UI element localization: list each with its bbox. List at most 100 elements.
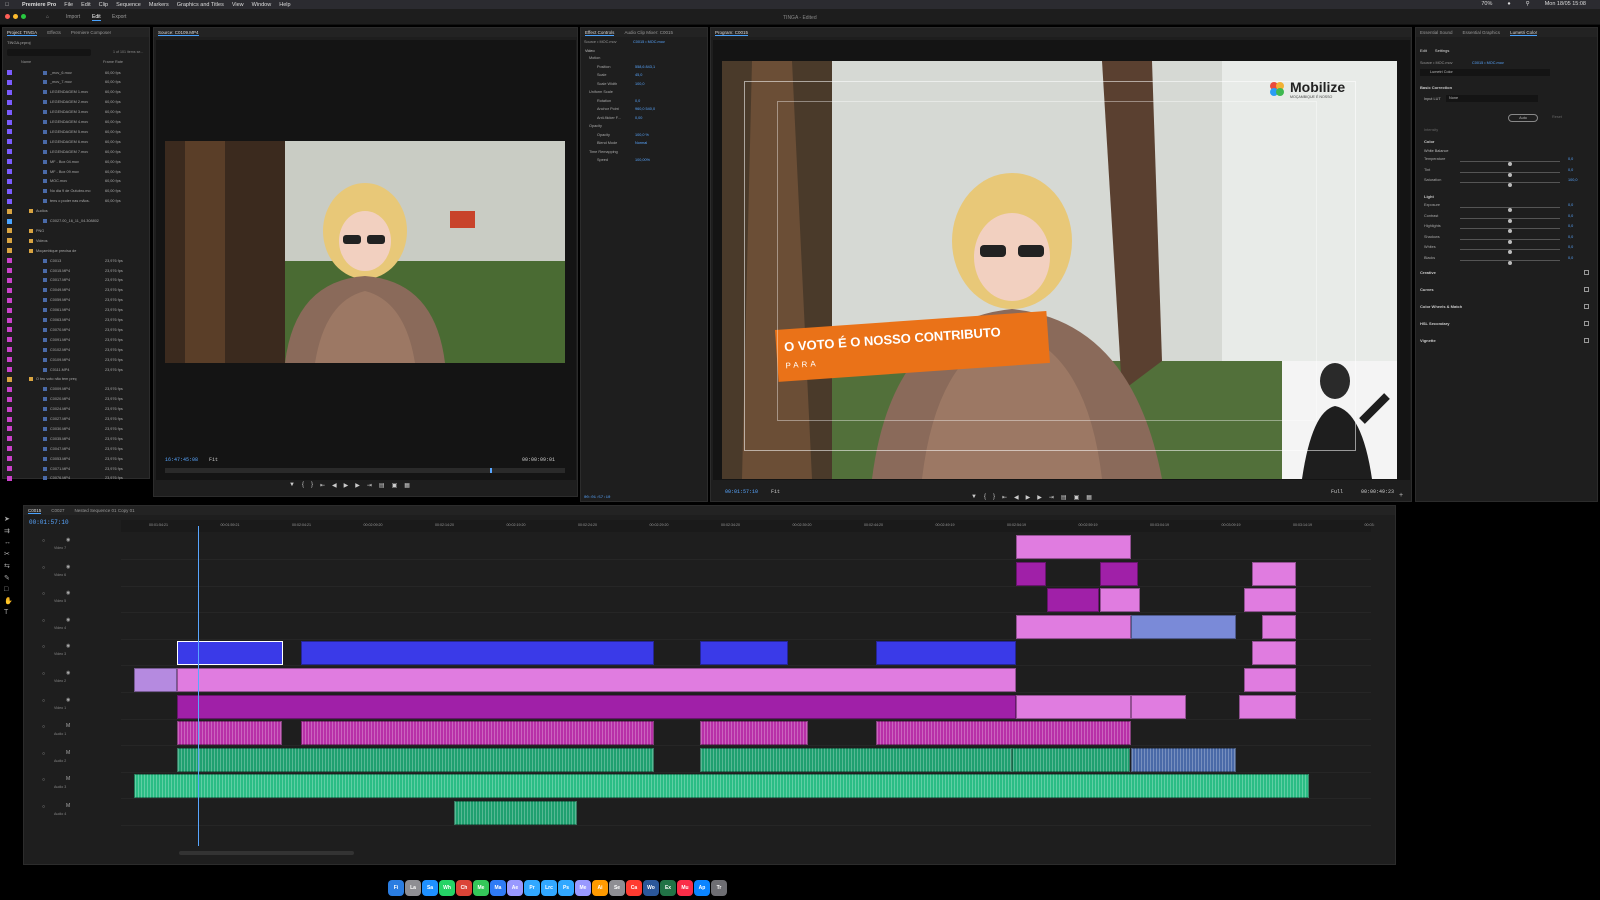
- project-item[interactable]: C0035.MP4 23,976 fps: [7, 434, 147, 443]
- menu-markers[interactable]: Markers: [149, 2, 169, 8]
- project-item[interactable]: C0009.MP4 23,976 fps: [7, 385, 147, 394]
- dock-app-icon[interactable]: Se: [609, 880, 625, 896]
- lumetri-slider-row[interactable]: Saturation 100,0: [1420, 178, 1580, 188]
- play-icon[interactable]: ▶: [344, 482, 349, 489]
- menu-edit[interactable]: Edit: [81, 2, 90, 8]
- video-clip[interactable]: [700, 641, 788, 666]
- lumetri-section-header[interactable]: Creative: [1420, 270, 1436, 275]
- lock-icon[interactable]: ○: [42, 591, 45, 597]
- lumetri-source[interactable]: Source • MOC.mov: [1420, 61, 1453, 65]
- program-mark-in-icon[interactable]: {: [984, 494, 986, 500]
- label-color-swatch[interactable]: [7, 139, 12, 145]
- lumetri-slider-value[interactable]: 0,0: [1568, 224, 1573, 228]
- project-item[interactable]: C0061.MP4 23,976 fps: [7, 306, 147, 315]
- razor-tool-icon[interactable]: ✂: [4, 550, 18, 558]
- ec-property-row[interactable]: Scale Width 100,0: [585, 82, 695, 90]
- dock-app-icon[interactable]: Tr: [711, 880, 727, 896]
- reset-button[interactable]: Reset: [1552, 115, 1562, 119]
- lumetri-section-checkbox[interactable]: [1584, 321, 1589, 326]
- lock-icon[interactable]: ○: [42, 777, 45, 783]
- ec-property-value[interactable]: Normal: [635, 141, 647, 145]
- lumetri-slider-value[interactable]: 0,0: [1568, 245, 1573, 249]
- project-item[interactable]: LEGENDAGEM 3.mov 60,00 fps: [7, 108, 147, 117]
- menu-graphics[interactable]: Graphics and Titles: [177, 2, 224, 8]
- project-item[interactable]: LEGENDAGEM 2.mov 60,00 fps: [7, 98, 147, 107]
- project-item[interactable]: C0111.MP4 23,976 fps: [7, 365, 147, 374]
- project-item[interactable]: No dia 9 de Outubro.mo 60,00 fps: [7, 187, 147, 196]
- video-clip[interactable]: [1244, 668, 1296, 692]
- battery-percent[interactable]: 70%: [1481, 1, 1492, 7]
- project-item[interactable]: C0047.MP4 23,976 fps: [7, 444, 147, 453]
- insert-icon[interactable]: ▤: [379, 482, 385, 489]
- project-item[interactable]: C0013 23,976 fps: [7, 256, 147, 265]
- audio-clip[interactable]: [454, 801, 577, 825]
- dock-app-icon[interactable]: Fi: [388, 880, 404, 896]
- lumetri-slider-track[interactable]: [1460, 259, 1560, 265]
- audio-clip[interactable]: [1131, 747, 1236, 772]
- lumetri-slider-knob[interactable]: [1508, 218, 1512, 223]
- label-color-swatch[interactable]: [7, 238, 12, 244]
- mark-in-icon[interactable]: {: [302, 482, 304, 488]
- label-color-swatch[interactable]: [7, 218, 12, 224]
- video-clip[interactable]: [134, 668, 177, 692]
- ec-sequence[interactable]: C0015 • MOC.mov: [633, 40, 665, 44]
- dock-app-icon[interactable]: Me: [473, 880, 489, 896]
- lumetri-slider-row[interactable]: Blacks 0,0: [1420, 256, 1580, 266]
- label-color-swatch[interactable]: [7, 466, 12, 471]
- ec-property-value[interactable]: 100,0 %: [635, 133, 649, 137]
- project-item[interactable]: C0027.00_16_11_04.308802: [7, 217, 147, 226]
- tab-essential-graphics[interactable]: Essential Graphics: [1463, 30, 1501, 35]
- project-item[interactable]: PNG: [7, 226, 147, 235]
- label-color-swatch[interactable]: [7, 208, 12, 214]
- search-icon[interactable]: ⚲: [1526, 1, 1530, 7]
- lumetri-slider-track[interactable]: [1460, 238, 1560, 244]
- app-name[interactable]: Premiere Pro: [22, 2, 56, 8]
- dock-app-icon[interactable]: Ch: [456, 880, 472, 896]
- lumetri-slider-track[interactable]: [1460, 182, 1560, 187]
- light-section-header[interactable]: Light: [1424, 194, 1434, 199]
- menu-sequence[interactable]: Sequence: [116, 2, 141, 8]
- lumetri-slider-row[interactable]: Exposure 0,0: [1420, 203, 1580, 213]
- lumetri-slider-knob[interactable]: [1508, 229, 1512, 233]
- lumetri-section-header[interactable]: Vignette: [1420, 338, 1436, 343]
- lumetri-slider-track[interactable]: [1460, 161, 1560, 166]
- track-select-tool-icon[interactable]: ⇉: [4, 527, 18, 535]
- mute-icon[interactable]: M: [66, 776, 70, 782]
- lock-icon[interactable]: ○: [42, 644, 45, 650]
- label-color-swatch[interactable]: [7, 159, 12, 165]
- dock-app-icon[interactable]: Wo: [643, 880, 659, 896]
- program-go-to-in-icon[interactable]: ⇤: [1002, 494, 1007, 501]
- slip-tool-icon[interactable]: ⇆: [4, 562, 18, 570]
- lock-icon[interactable]: ○: [42, 724, 45, 730]
- ec-property-row[interactable]: Opacity 100,0 %: [585, 133, 695, 141]
- label-color-swatch[interactable]: [7, 228, 12, 234]
- mute-icon[interactable]: M: [66, 723, 70, 729]
- home-icon[interactable]: ⌂: [46, 14, 49, 20]
- project-item[interactable]: C0109.MP4 23,976 fps: [7, 355, 147, 364]
- video-clip[interactable]: [1016, 694, 1131, 719]
- input-lut-select[interactable]: None: [1446, 95, 1538, 102]
- video-clip[interactable]: [1252, 561, 1296, 586]
- ec-property-row[interactable]: Speed 100,00%: [585, 158, 695, 166]
- program-export-frame-icon[interactable]: ▦: [1086, 494, 1092, 501]
- lumetri-slider-row[interactable]: Contrast 0,0: [1420, 214, 1580, 224]
- label-color-swatch[interactable]: [7, 446, 12, 452]
- label-color-swatch[interactable]: [7, 149, 12, 155]
- ec-property-row[interactable]: Position 558,6 843,1: [585, 65, 695, 73]
- label-color-swatch[interactable]: [7, 99, 12, 105]
- lumetri-tab-edit[interactable]: Edit: [1420, 48, 1427, 53]
- lumetri-slider-value[interactable]: 0,0: [1568, 157, 1573, 161]
- timeline-tab-nested[interactable]: Nested Sequence 01 Copy 01: [75, 508, 135, 513]
- track-header[interactable]: ○ Video 3 ◉: [32, 640, 126, 666]
- close-window-button[interactable]: [5, 14, 10, 19]
- tab-export[interactable]: Export: [112, 14, 126, 20]
- track-header[interactable]: ○ Video 2 ◉: [32, 667, 126, 693]
- source-scrubber[interactable]: [165, 468, 565, 473]
- ec-property-value[interactable]: 0,0: [635, 99, 640, 103]
- dock-app-icon[interactable]: Lrc: [541, 880, 557, 896]
- menu-clip[interactable]: Clip: [99, 2, 108, 8]
- lumetri-slider-value[interactable]: 0,0: [1568, 168, 1573, 172]
- lumetri-slider-track[interactable]: [1460, 217, 1560, 223]
- ec-property-value[interactable]: 960,0 540,0: [635, 107, 655, 111]
- label-color-swatch[interactable]: [7, 337, 12, 343]
